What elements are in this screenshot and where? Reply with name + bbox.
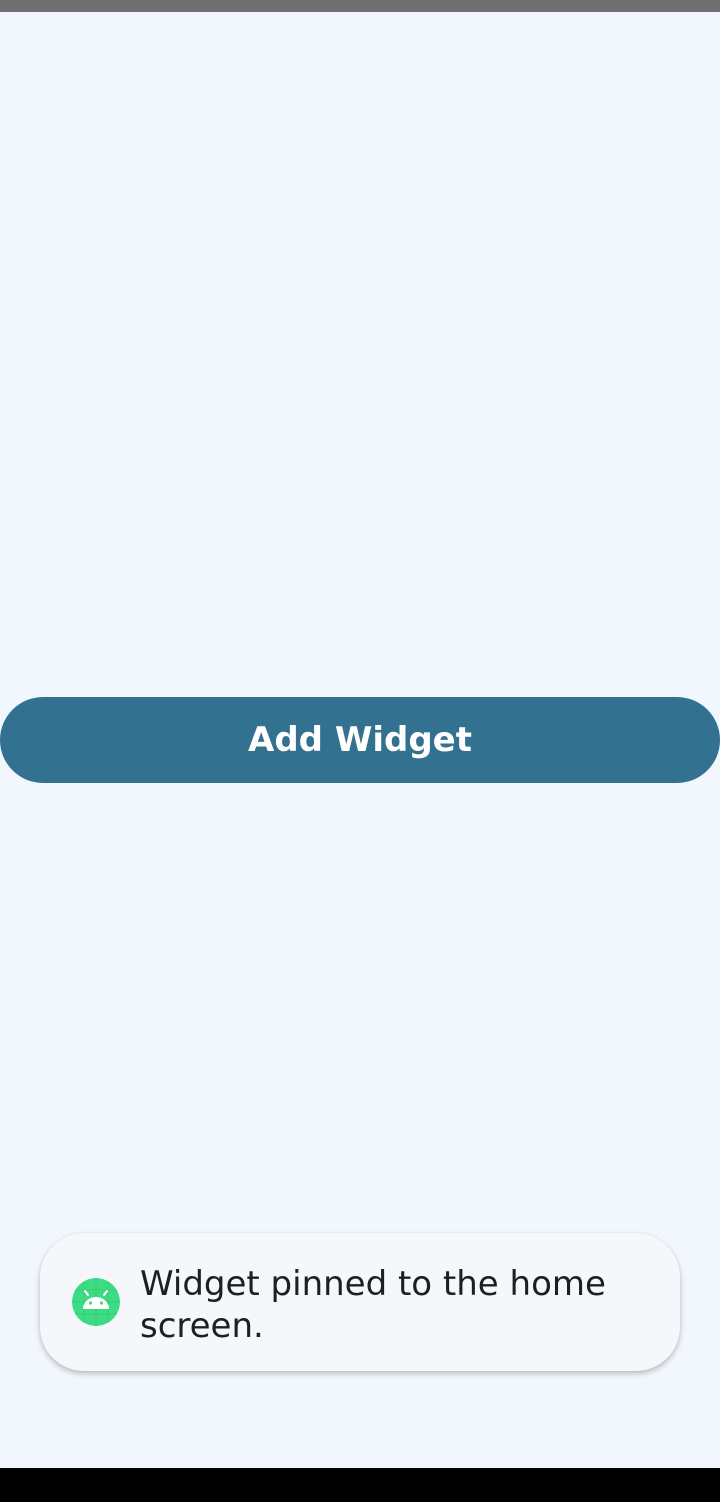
toast-text: Widget pinned to the home screen. (140, 1264, 606, 1346)
add-widget-button[interactable]: Add Widget (0, 697, 720, 783)
status-bar (0, 0, 720, 12)
toast-message: Widget pinned to the home screen. (40, 1233, 680, 1371)
app-screen: Add Widget Widget pinned to the home scr… (0, 0, 720, 1502)
navigation-bar (0, 1468, 720, 1502)
android-icon (72, 1278, 120, 1326)
